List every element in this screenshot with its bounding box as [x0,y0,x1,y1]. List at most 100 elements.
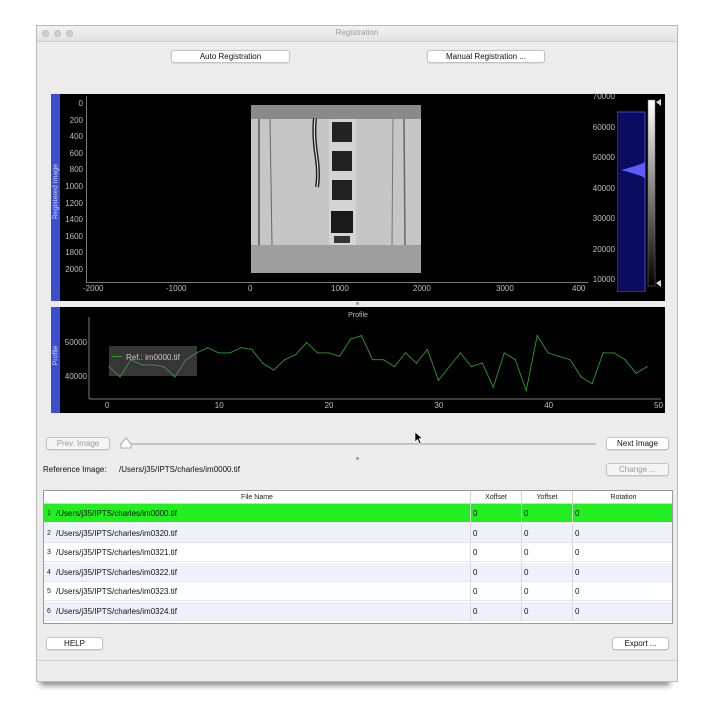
rotation-cell[interactable]: 0 [573,504,672,523]
splitter-handle-2[interactable] [356,457,359,460]
image-y-tick: 0 [78,99,83,108]
histogram-tick: 70000 [592,92,615,101]
profile-point [602,352,604,354]
image-slider-track[interactable] [120,443,596,445]
histogram-tick: 60000 [592,122,615,132]
profile-point [328,352,330,354]
reference-image-path: /Users/j35/IPTS/charles/im0000.tif [119,465,240,474]
profile-point [273,369,275,371]
histogram-tick: 20000 [592,244,615,254]
table-row[interactable]: 4/Users/j35/IPTS/charles/im0322.tif 0 0 0 [44,562,672,582]
profile-point [207,347,209,349]
profile-point [229,352,231,354]
file-name-cell[interactable]: /Users/j35/IPTS/charles/im0320.tif [54,523,471,543]
file-name-cell[interactable]: /Users/j35/IPTS/charles/im0321.tif [54,543,471,562]
table-row[interactable]: 1/Users/j35/IPTS/charles/im0000.tif 0 0 0 [44,504,672,523]
mouse-cursor-icon [414,431,424,445]
yoffset-cell[interactable]: 0 [522,562,573,582]
profile-point [404,352,407,354]
manual-registration-button[interactable]: Manual Registration ... [427,50,545,63]
profile-point [349,338,352,340]
col-header-rotation[interactable]: Rotation [573,491,672,504]
profile-point [481,362,483,364]
row-number: 3 [47,549,51,556]
xoffset-cell[interactable]: 0 [471,562,522,582]
prev-image-button[interactable]: Prev. Image [46,437,110,450]
splitter-handle[interactable] [356,302,359,305]
profile-point [371,359,374,361]
profile-point [437,379,439,381]
image-x-axis-line [86,282,588,283]
table-row[interactable]: 5/Users/j35/IPTS/charles/im0323.tif 0 0 0 [44,582,672,601]
profile-point [459,352,461,354]
image-x-tick: 3000 [496,284,514,293]
yoffset-cell[interactable]: 0 [522,543,573,562]
histogram-lut[interactable] [617,98,663,292]
file-name-cell[interactable]: /Users/j35/IPTS/charles/im0000.tif [54,504,471,523]
registered-image-panel[interactable]: Registered Image 0 200 400 600 800 1000 1200 14… [51,92,665,301]
file-name-cell[interactable]: /Users/j35/IPTS/charles/im0324.tif [54,601,471,621]
profile-point [262,362,264,364]
registered-image[interactable] [251,105,421,273]
help-button[interactable]: HELP [46,637,103,650]
rotation-cell[interactable]: 0 [573,602,672,621]
yoffset-cell[interactable]: 0 [522,504,573,523]
profile-point [251,348,253,351]
col-header-yoffset[interactable]: Yoffset [522,491,573,504]
image-y-tick: 1000 [65,182,83,191]
profile-point [558,355,560,357]
xoffset-cell[interactable]: 0 [471,582,522,601]
rotation-cell[interactable]: 0 [573,543,672,562]
change-reference-button[interactable]: Change ... [606,463,669,476]
row-number: 2 [47,529,51,537]
xoffset-cell[interactable]: 0 [471,601,522,621]
profile-point [174,376,176,378]
col-header-file-name[interactable]: File Name [44,491,471,504]
xoffset-cell[interactable]: 0 [471,504,522,523]
image-x-tick: 2000 [413,284,431,293]
profile-point [426,348,429,351]
yoffset-cell[interactable]: 0 [522,582,573,601]
profile-point [382,359,385,361]
file-name-cell[interactable]: /Users/j35/IPTS/charles/im0323.tif [54,582,471,601]
file-table[interactable]: File Name Xoffset Yoffset Rotation 1/Use… [43,490,673,624]
next-image-button[interactable]: Next Image [606,437,669,450]
window-title: Registration [335,28,379,37]
profile-point [119,376,121,378]
profile-panel[interactable]: Profile Profile 50000 40000 0 10 20 30 40 50 R… [51,307,665,413]
xoffset-cell[interactable]: 0 [471,523,522,543]
profile-point [503,352,505,354]
profile-point [624,359,626,361]
yoffset-cell[interactable]: 0 [522,523,573,543]
image-x-tick: 1000 [331,284,349,293]
profile-point [393,365,396,368]
col-header-xoffset[interactable]: Xoffset [471,491,522,504]
image-y-tick: 400 [69,132,83,142]
image-slider-thumb[interactable] [120,437,132,449]
rotation-cell[interactable]: 0 [573,582,672,601]
title-bar[interactable]: Registration [37,26,677,42]
rotation-cell[interactable]: 0 [573,563,672,582]
histogram-tick: 10000 [592,275,615,284]
image-y-axis-line [86,96,87,282]
reference-image-label: Reference Image: [43,465,107,474]
image-y-tick: 1800 [65,248,83,258]
file-name-cell[interactable]: /Users/j35/IPTS/charles/im0322.tif [54,562,471,582]
table-row[interactable]: 2/Users/j35/IPTS/charles/im0320.tif 0 0 0 [44,523,672,543]
table-row[interactable]: 3/Users/j35/IPTS/charles/im0321.tif 0 0 0 [44,543,672,562]
export-button[interactable]: Export ... [612,637,669,650]
auto-registration-button[interactable]: Auto Registration [171,50,290,63]
image-y-tick: 1400 [65,215,83,225]
yoffset-cell[interactable]: 0 [522,601,573,621]
image-x-tick: -1000 [166,284,187,293]
registered-image-side-label: Registered Image [52,163,60,220]
xoffset-cell[interactable]: 0 [471,543,522,562]
profile-point [536,335,538,337]
profile-point [284,359,286,361]
profile-point [547,352,549,354]
row-number: 5 [47,588,51,595]
profile-point [569,359,571,361]
table-row[interactable]: 6/Users/j35/IPTS/charles/im0324.tif 0 0 0 [44,601,672,621]
rotation-cell[interactable]: 0 [573,524,672,543]
profile-legend[interactable]: Ref.: im0000.tif [109,346,197,376]
